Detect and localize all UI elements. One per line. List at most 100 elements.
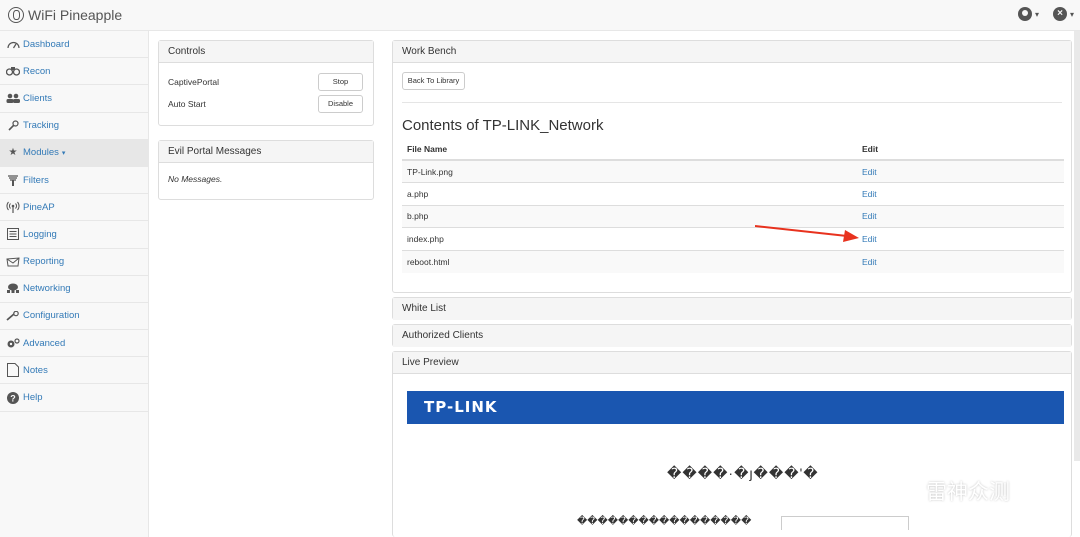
user-menu-dropdown[interactable]: ▾ [1017,7,1039,21]
disable-button[interactable]: Disable [318,95,363,113]
sidebar-item-label: Modules [23,147,59,159]
sidebar-item-label: PineAP [23,201,55,213]
edit-link[interactable]: Edit [862,234,877,244]
sidebar-item-reporting[interactable]: Reporting [0,249,148,276]
sidebar-item-label: Tracking [23,120,60,132]
controls-panel-title: Controls [159,41,373,63]
sidebar-item-label: Dashboard [23,38,70,50]
users-icon [6,92,20,104]
close-circle-icon: × [1052,7,1067,21]
table-row: TP-Link.png Edit [402,159,1064,183]
sidebar-item-label: Filters [23,174,49,186]
watermark-text: 雷神众测 [926,481,1010,504]
preview-garbled-text: ����������������� [577,516,752,527]
tplink-logo: TP-LINK [424,398,498,416]
watermark: 雷神众测 [890,476,1010,506]
sidebar-item-label: Advanced [23,337,66,349]
column-header-file-name: File Name [402,138,857,161]
workbench-title: Work Bench [393,41,1071,63]
edit-link[interactable]: Edit [862,257,877,267]
sidebar: Dashboard Recon Clients Tracking ★ Modul… [0,31,149,537]
table-row: index.php Edit [402,227,1064,250]
wrench-icon [6,310,20,322]
auto-start-label: Auto Start [168,99,206,109]
preview-input-field[interactable] [781,516,909,530]
live-preview-panel: Live Preview TP-LINK ����·�ȷ���ʹ� ������… [392,351,1072,537]
power-menu-dropdown[interactable]: × ▾ [1052,7,1074,21]
sidebar-item-label: Notes [23,364,48,376]
sidebar-item-recon[interactable]: Recon [0,58,148,86]
question-icon: ? [6,391,20,404]
captive-portal-label: CaptivePortal [168,77,220,87]
sidebar-item-dashboard[interactable]: Dashboard [0,31,148,59]
contents-heading: Contents of TP-LINK_Network [402,117,604,134]
sidebar-item-label: Recon [23,65,51,77]
caret-down-icon: ▾ [1034,9,1039,19]
sidebar-item-pineap[interactable]: PineAP [0,194,148,222]
authorized-clients-panel[interactable]: Authorized Clients [392,324,1072,347]
authorized-clients-title: Authorized Clients [393,325,1071,347]
cogs-icon [6,337,20,349]
workbench-panel: Work Bench Back To Library Contents of T… [392,40,1072,293]
pineapple-logo-icon [8,7,24,23]
sidebar-item-filters[interactable]: Filters [0,167,148,195]
edit-link[interactable]: Edit [862,189,877,199]
sidebar-item-networking[interactable]: Networking [0,276,148,303]
controls-panel: Controls CaptivePortal Stop Auto Start D… [158,40,374,126]
file-name: reboot.html [402,249,857,273]
file-icon [6,363,20,378]
sidebar-item-label: Clients [23,92,53,104]
sidebar-item-label: Networking [23,283,71,295]
file-name: TP-Link.png [402,159,857,183]
top-navbar: WiFi Pineapple ▾ × ▾ [0,0,1080,31]
list-icon [6,228,20,241]
sidebar-item-configuration[interactable]: Configuration [0,303,148,331]
scrollbar[interactable] [1074,31,1080,461]
table-row: reboot.html Edit [402,249,1064,273]
svg-text:?: ? [10,393,16,403]
evil-portal-messages-title: Evil Portal Messages [159,141,373,163]
files-table: File Name Edit TP-Link.png Edit a.php Ed… [402,138,1064,273]
table-row: b.php Edit [402,204,1064,228]
preview-garbled-heading: ����·�ȷ���ʹ� [667,465,819,481]
sidebar-item-help[interactable]: ? Help [0,384,148,412]
caret-down-icon: ▾ [61,149,66,157]
tplink-banner: TP-LINK [407,391,1064,424]
table-row: a.php Edit [402,182,1064,205]
sidebar-item-label: Logging [23,228,57,240]
wechat-icon [890,478,920,505]
brand[interactable]: WiFi Pineapple [8,7,122,23]
sidebar-item-modules[interactable]: ★ Modules ▾ [0,139,148,167]
sidebar-item-tracking[interactable]: Tracking [0,113,148,140]
column-header-edit: Edit [857,138,1064,161]
user-circle-icon [1017,7,1032,21]
white-list-panel[interactable]: White List [392,297,1072,320]
edit-link[interactable]: Edit [862,167,877,177]
sidebar-item-advanced[interactable]: Advanced [0,330,148,358]
sidebar-item-clients[interactable]: Clients [0,85,148,113]
filter-icon [6,174,20,186]
annotation-arrow-icon [755,225,859,242]
sidebar-item-logging[interactable]: Logging [0,221,148,249]
broadcast-icon [6,201,20,214]
no-messages-text: No Messages. [168,174,223,184]
edit-link[interactable]: Edit [862,211,877,221]
envelope-icon [6,256,20,268]
white-list-title: White List [393,298,1071,320]
sidebar-item-label: Configuration [23,310,80,322]
back-to-library-button[interactable]: Back To Library [402,72,465,90]
stop-button[interactable]: Stop [318,73,363,91]
sidebar-item-label: Help [23,392,43,404]
network-icon [6,283,20,295]
sidebar-item-notes[interactable]: Notes [0,357,148,385]
app-title: WiFi Pineapple [28,7,123,23]
binoculars-icon [6,65,20,77]
sidebar-item-label: Reporting [23,256,65,268]
live-preview-title: Live Preview [393,352,1071,374]
wrench-icon [6,120,20,132]
file-name: a.php [402,182,857,205]
caret-down-icon: ▾ [1069,9,1074,19]
dashboard-icon [6,38,20,50]
evil-portal-messages-panel: Evil Portal Messages No Messages. [158,140,374,200]
star-icon: ★ [8,147,18,159]
